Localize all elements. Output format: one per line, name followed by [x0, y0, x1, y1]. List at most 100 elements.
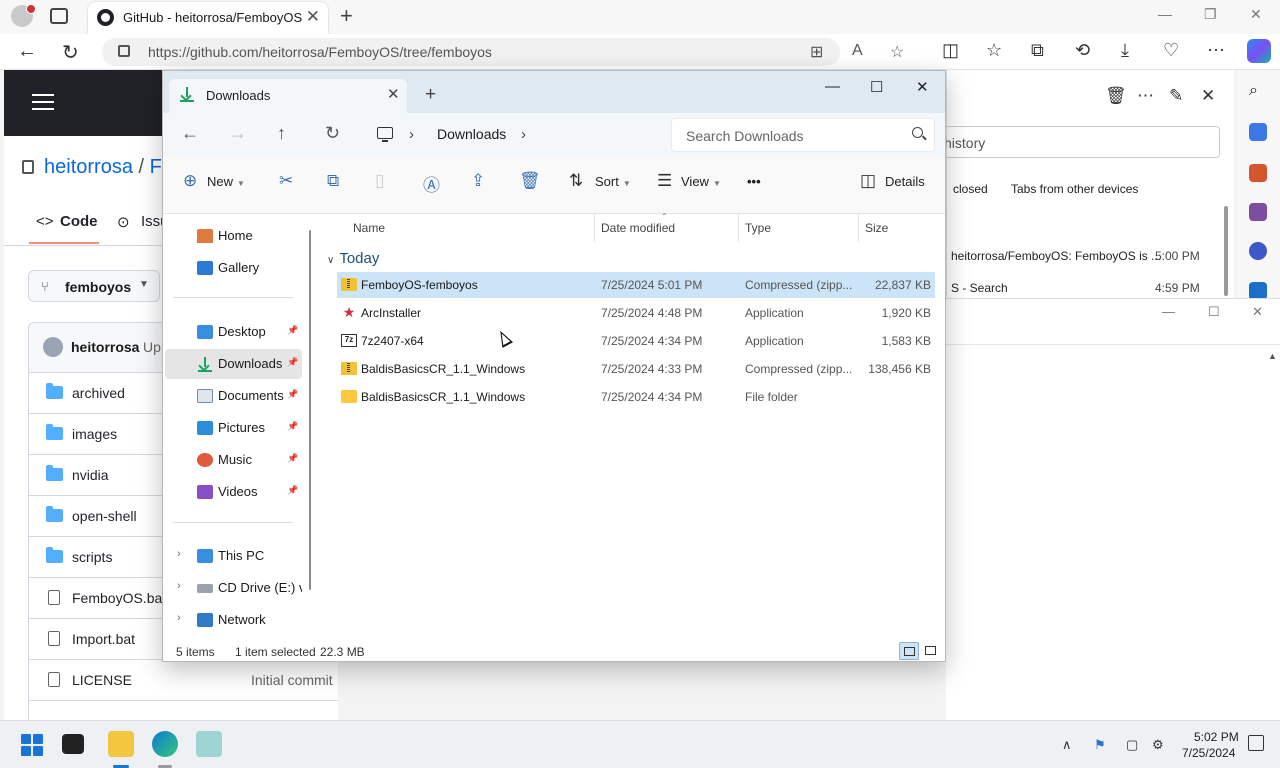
chevron-right-icon[interactable]: › [409, 126, 414, 143]
history-icon[interactable]: ⟲ [1075, 40, 1090, 61]
downloads-icon[interactable]: ⤓ [1121, 40, 1129, 61]
breadcrumb[interactable]: Downloads [437, 126, 506, 142]
address-breadcrumb[interactable]: › Downloads › [369, 118, 661, 152]
sidebar-item-gallery[interactable]: Gallery [165, 253, 302, 283]
network-status-icon[interactable]: ⚑ [1094, 737, 1106, 753]
close-tab-icon[interactable]: ✕ [387, 85, 400, 103]
sort-button[interactable]: Sort ▼ [595, 174, 631, 189]
pin-icon[interactable]: ✎ [1169, 86, 1183, 106]
sidebar-item-this-pc[interactable]: › This PC [165, 541, 302, 571]
list-item[interactable]: LICENSE Initial commit [29, 659, 338, 700]
file-row[interactable]: FemboyOS-femboyos 7/25/2024 5:01 PM Comp… [337, 272, 935, 298]
copy-icon[interactable]: ⧉ [327, 171, 339, 191]
repo-owner-link[interactable]: heitorrosa [44, 156, 133, 178]
history-item[interactable]: heitorrosa/FemboyOS: FemboyOS is ... [951, 249, 1161, 263]
delete-icon[interactable]: 🗑 [519, 171, 541, 191]
sidebar-item-network[interactable]: › Network [165, 605, 302, 635]
profile-avatar-icon[interactable] [11, 4, 36, 27]
tab-actions-icon[interactable] [50, 8, 68, 24]
search-input[interactable]: Search Downloads [671, 118, 935, 152]
sidebar-scrollbar[interactable] [309, 230, 311, 590]
column-divider[interactable] [858, 214, 859, 242]
new-button[interactable]: New ▼ [207, 174, 245, 189]
refresh-icon[interactable]: ↻ [62, 40, 79, 65]
commit-message[interactable]: Initial commit [251, 672, 333, 688]
file-row[interactable]: BaldisBasicsCR_1.1_Windows 7/25/2024 4:3… [337, 356, 935, 382]
chevron-right-icon[interactable]: › [177, 580, 181, 592]
close-panel-icon[interactable]: ✕ [1201, 86, 1215, 106]
close-window-icon[interactable]: ✕ [1250, 6, 1262, 23]
edge-browser-icon[interactable] [152, 731, 178, 757]
column-divider[interactable] [594, 214, 595, 242]
notepad-icon[interactable] [196, 731, 222, 757]
read-aloud-icon[interactable]: A [852, 42, 863, 60]
sidebar-item-music[interactable]: Music 📌 [165, 445, 302, 475]
tab-other-devices[interactable]: Tabs from other devices [1011, 182, 1138, 196]
display-icon[interactable]: ▢ [1126, 737, 1138, 753]
file-explorer-icon[interactable] [108, 731, 134, 757]
scroll-up-icon[interactable]: ▲ [1268, 351, 1277, 361]
restore-icon[interactable]: ❐ [1204, 6, 1217, 23]
task-view-icon[interactable] [62, 734, 84, 754]
menu-hamburger-icon[interactable] [32, 94, 54, 110]
m365-icon[interactable] [1249, 242, 1267, 260]
tiles-view-button[interactable] [921, 642, 941, 660]
forward-icon[interactable]: → [229, 123, 247, 144]
tools-icon[interactable] [1249, 164, 1267, 182]
close-window-icon[interactable]: ✕ [1252, 304, 1263, 320]
trash-icon[interactable]: 🗑 [1105, 86, 1127, 106]
details-button[interactable]: Details [885, 174, 925, 189]
repo-name-link[interactable]: F [150, 156, 162, 178]
chevron-right-icon[interactable]: › [177, 548, 181, 560]
history-scrollbar[interactable] [1224, 206, 1228, 296]
more-options-icon[interactable]: ⋯ [1137, 86, 1154, 106]
games-icon[interactable] [1249, 203, 1267, 221]
back-icon[interactable]: ← [181, 123, 199, 144]
branch-selector[interactable]: ⑂ femboyos ▼ [28, 270, 160, 302]
cut-icon[interactable]: ✂ [279, 171, 293, 191]
collections-icon[interactable]: ⧉ [1031, 40, 1044, 61]
favorites-icon[interactable]: ☆ [986, 40, 1002, 61]
favorite-star-icon[interactable]: ☆ [890, 42, 904, 62]
refresh-icon[interactable]: ↻ [325, 123, 340, 144]
sidebar-item-cd-drive[interactable]: › CD Drive (E:) virt [165, 573, 302, 603]
rename-icon[interactable]: Ⓐ [423, 171, 440, 196]
history-item[interactable]: S - Search [951, 281, 1008, 295]
chevron-right-icon[interactable]: › [521, 126, 526, 143]
new-tab-button[interactable]: + [425, 84, 436, 106]
view-button[interactable]: View ▼ [681, 174, 721, 189]
up-icon[interactable]: ↑ [277, 123, 286, 144]
history-search-input[interactable]: history [937, 126, 1220, 158]
address-bar[interactable]: https://github.com/heitorrosa/FemboyOS/t… [102, 38, 904, 66]
chevron-right-icon[interactable]: › [177, 612, 181, 624]
sidebar-item-pictures[interactable]: Pictures 📌 [165, 413, 302, 443]
minimize-icon[interactable]: — [825, 78, 840, 95]
search-icon[interactable]: ⌕ [1249, 82, 1258, 100]
file-row[interactable]: ★ ArcInstaller 7/25/2024 4:48 PM Applica… [337, 300, 935, 326]
commit-message[interactable]: Up [143, 339, 161, 355]
column-header-type[interactable]: Type [745, 221, 771, 235]
shopping-icon[interactable] [1249, 123, 1267, 141]
column-header-size[interactable]: Size [865, 221, 888, 235]
sidebar-item-videos[interactable]: Videos 📌 [165, 477, 302, 507]
copilot-icon[interactable] [1247, 39, 1271, 63]
group-header-today[interactable]: ∨ Today [327, 250, 379, 267]
extensions-icon[interactable]: ♡ [1163, 40, 1179, 61]
settings-icon[interactable]: ⚙ [1152, 737, 1164, 753]
file-row[interactable]: 7z 7z2407-x64 7/25/2024 4:34 PM Applicat… [337, 328, 935, 354]
sidebar-item-documents[interactable]: Documents 📌 [165, 381, 302, 411]
sidebar-item-desktop[interactable]: Desktop 📌 [165, 317, 302, 347]
more-options-button[interactable]: ••• [747, 174, 761, 189]
maximize-icon[interactable]: ☐ [870, 78, 883, 96]
file-row[interactable]: BaldisBasicsCR_1.1_Windows 7/25/2024 4:3… [337, 384, 935, 410]
share-icon[interactable]: ⇪ [471, 171, 485, 191]
restore-icon[interactable]: ☐ [1208, 304, 1220, 320]
browser-tab-github[interactable]: GitHub - heitorrosa/FemboyOS: F ✕ [88, 2, 328, 34]
explorer-tab-downloads[interactable]: Downloads ✕ [169, 79, 407, 113]
notification-icon[interactable] [1248, 735, 1264, 751]
minimize-icon[interactable]: — [1158, 6, 1172, 22]
commit-author[interactable]: heitorrosa [71, 339, 139, 355]
start-button[interactable] [21, 734, 43, 756]
new-tab-button[interactable]: + [340, 3, 353, 29]
sidebar-item-downloads[interactable]: Downloads 📌 [165, 349, 302, 379]
